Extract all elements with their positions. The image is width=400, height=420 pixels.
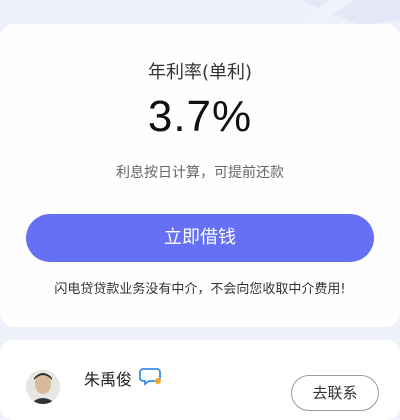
rate-description: 利息按日计算，可提前还款 bbox=[116, 165, 284, 181]
annual-rate-value: 3.7% bbox=[147, 92, 253, 141]
contact-button[interactable]: 去联系 bbox=[291, 375, 379, 411]
rate-title: 年利率(单利) bbox=[147, 62, 253, 83]
no-agent-notice: 闪电贷贷款业务没有中介，不会向您收取中介费用! bbox=[54, 282, 346, 297]
borrow-now-button[interactable]: 立即借钱 bbox=[26, 214, 374, 262]
agent-name: 朱禹俊 bbox=[84, 370, 133, 389]
agent-avatar bbox=[26, 370, 60, 404]
chat-bubble-icon[interactable] bbox=[139, 364, 163, 388]
